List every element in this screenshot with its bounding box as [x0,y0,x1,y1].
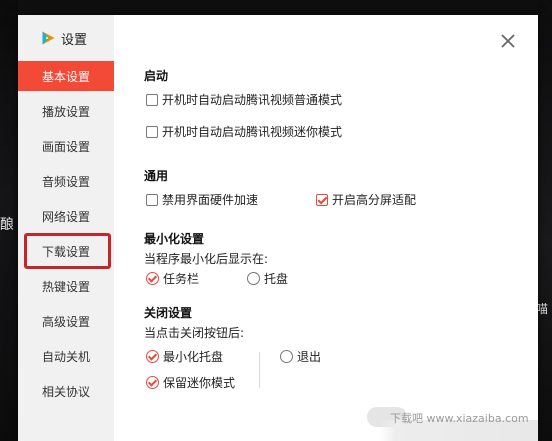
sidebar-item-auto-shutdown[interactable]: 自动关机 [18,341,114,371]
close-prompt: 当点击关闭按钮后: [144,326,245,340]
dialog-header: 设置 [40,29,88,48]
settings-sidebar: 设置 基本设置 播放设置 画面设置 音频设置 网络设置 下载设置 热键设置 高级… [18,15,114,441]
sidebar-item-agreements[interactable]: 相关协议 [18,376,114,406]
sidebar-item-label: 基本设置 [41,69,90,84]
options-divider [259,352,260,388]
background-right [538,0,552,441]
section-title-startup: 启动 [144,69,169,83]
disable-hardware-acceleration-checkbox[interactable]: 禁用界面硬件加速 [146,191,258,208]
option-label: 开启高分屏适配 [332,193,417,207]
sidebar-item-advanced-settings[interactable]: 高级设置 [18,306,114,336]
sidebar-item-label: 播放设置 [41,104,90,119]
sidebar-item-basic-settings[interactable]: 基本设置 [18,61,114,91]
sidebar-item-label: 网络设置 [41,209,90,224]
sidebar-item-playback-settings[interactable]: 播放设置 [18,96,114,126]
option-label: 开机时自动启动腾讯视频普通模式 [162,93,343,107]
startup-normal-mode-checkbox[interactable]: 开机时自动启动腾讯视频普通模式 [146,91,342,108]
radio-button[interactable] [247,272,260,285]
option-label: 开机时自动启动腾讯视频迷你模式 [162,125,343,139]
minimize-to-taskbar-radio[interactable]: 任务栏 [146,270,199,287]
option-label: 任务栏 [163,272,200,286]
sidebar-item-label: 画面设置 [41,139,90,154]
keep-mini-mode-checkbox[interactable]: 保留迷你模式 [146,374,235,391]
section-title-general: 通用 [144,169,169,183]
watermark-text: 下载吧 www.xiazaiba.com [390,412,529,425]
sidebar-item-label: 相关协议 [41,384,90,399]
minimize-prompt: 当程序最小化后显示在: [144,252,269,266]
minimize-to-tray-radio[interactable]: 托盘 [247,270,288,287]
tencent-video-logo-icon [42,31,55,45]
radio-button[interactable] [280,350,293,363]
sidebar-item-label: 高级设置 [41,314,90,329]
checkbox-box[interactable] [146,93,158,106]
checkbox-box-checked[interactable] [316,193,328,206]
sidebar-item-label: 热键设置 [41,279,90,294]
sidebar-item-label: 音频设置 [41,174,90,189]
section-title-close: 关闭设置 [144,306,193,320]
option-label: 禁用界面硬件加速 [162,193,259,207]
radio-button-checked[interactable] [146,350,159,363]
sidebar-item-label: 自动关机 [41,349,90,364]
dialog-title: 设置 [61,32,88,48]
close-exit-radio[interactable]: 退出 [280,348,321,365]
option-label: 退出 [297,350,322,364]
sidebar-item-audio-settings[interactable]: 音频设置 [18,166,114,196]
radio-button-checked[interactable] [146,272,159,285]
option-label: 保留迷你模式 [163,376,236,390]
sidebar-item-network-settings[interactable]: 网络设置 [18,201,114,231]
option-label: 托盘 [264,272,289,286]
sidebar-item-display-settings[interactable]: 画面设置 [18,131,114,161]
download-settings-highlight [24,233,111,269]
settings-dialog: 设置 基本设置 播放设置 画面设置 音频设置 网络设置 下载设置 热键设置 高级… [18,15,538,441]
startup-mini-mode-checkbox[interactable]: 开机时自动启动腾讯视频迷你模式 [146,123,342,140]
radio-button-checked[interactable] [146,376,159,389]
close-icon[interactable] [498,31,518,51]
sidebar-item-hotkey-settings[interactable]: 热键设置 [18,271,114,301]
high-dpi-adaptation-checkbox[interactable]: 开启高分屏适配 [316,191,416,208]
section-title-minimize: 最小化设置 [144,232,205,246]
background-text-left: 酿 [0,217,14,233]
checkbox-box[interactable] [146,193,158,206]
close-minimize-to-tray-radio[interactable]: 最小化托盘 [146,348,223,365]
checkbox-box[interactable] [146,125,158,138]
option-label: 最小化托盘 [163,350,224,364]
